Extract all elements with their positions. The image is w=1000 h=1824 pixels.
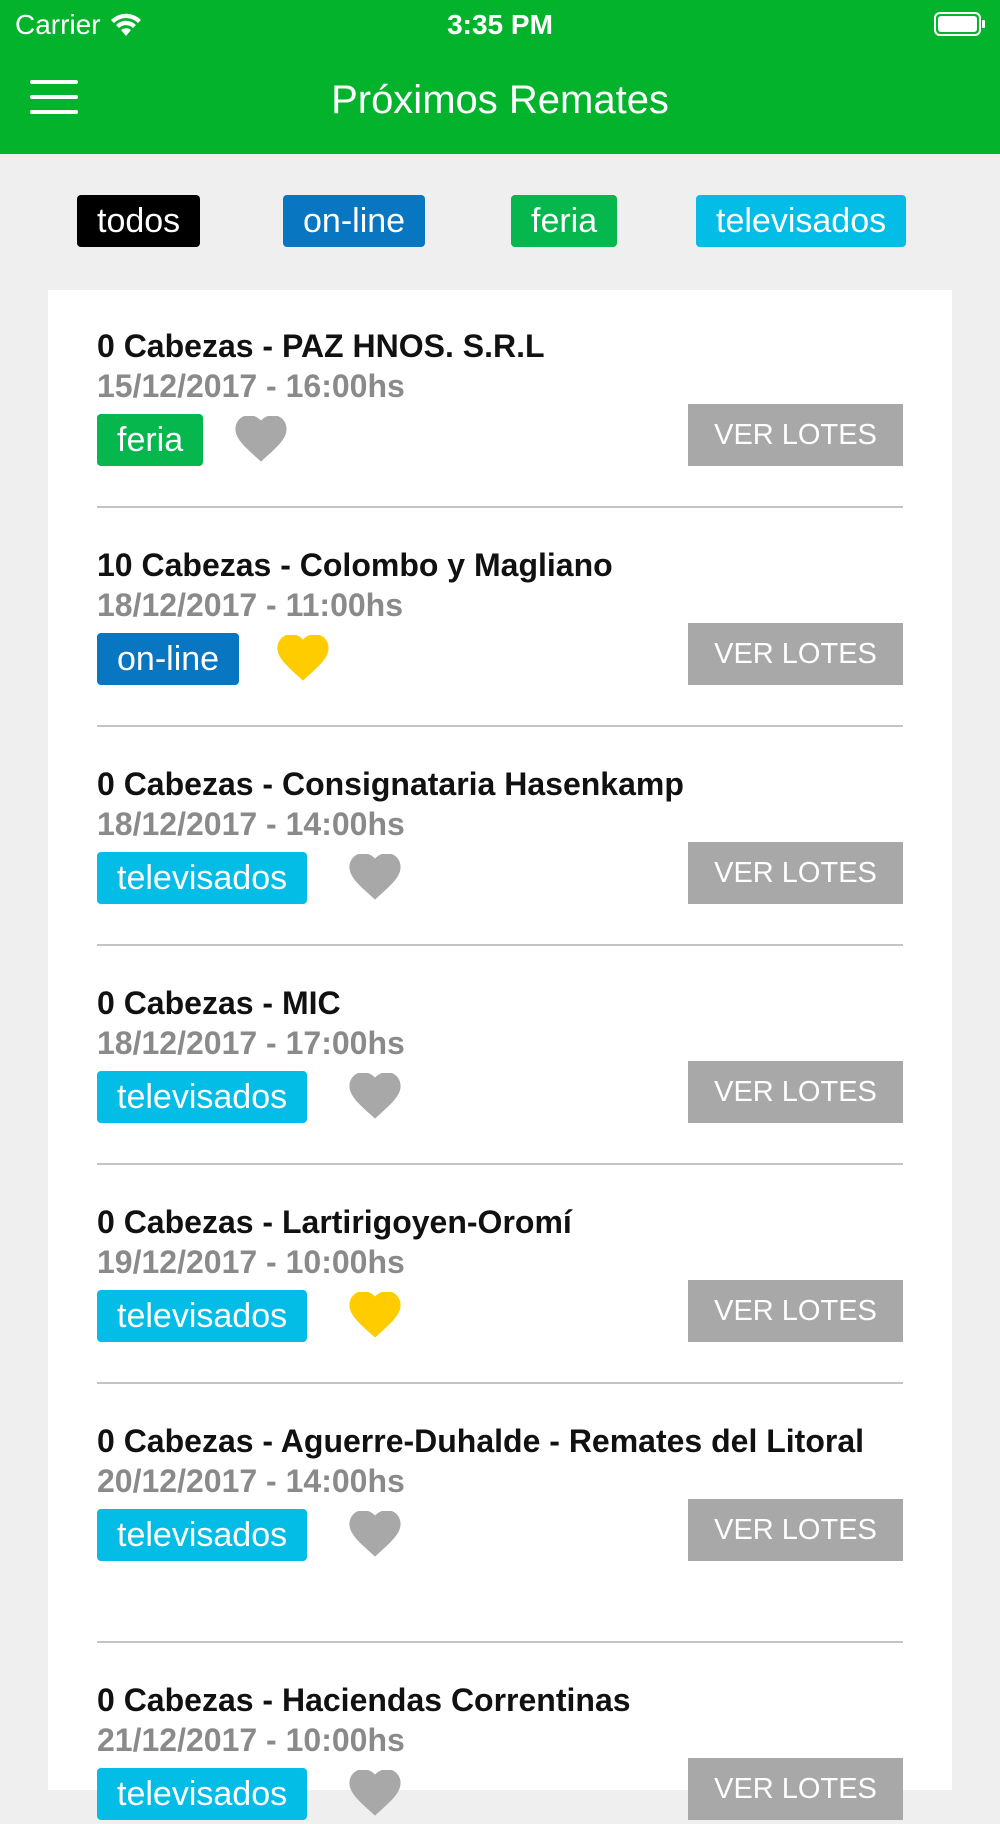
filter-todos[interactable]: todos [77, 195, 201, 247]
heart-icon[interactable] [349, 854, 401, 902]
remate-title: 0 Cabezas - Haciendas Correntinas [97, 1682, 631, 1718]
ver-lotes-button[interactable]: VER LOTES [688, 1280, 903, 1342]
filter-feria[interactable]: feria [511, 195, 618, 247]
heart-icon[interactable] [349, 1073, 401, 1121]
list-item: 0 Cabezas - Haciendas Correntinas 21/12/… [97, 1680, 903, 1824]
list-item: 0 Cabezas - PAZ HNOS. S.R.L 15/12/2017 -… [97, 326, 903, 470]
remate-tag: on-line [97, 633, 240, 685]
remate-title: 0 Cabezas - Lartirigoyen-Oromí [97, 1204, 572, 1240]
remate-tag: feria [97, 414, 204, 466]
heart-icon[interactable] [349, 1770, 401, 1818]
divider [97, 1641, 903, 1643]
heart-icon[interactable] [277, 635, 329, 683]
remate-date: 15/12/2017 - 16:00hs [97, 368, 405, 404]
remate-title: 10 Cabezas - Colombo y Magliano [97, 547, 613, 583]
remate-date: 19/12/2017 - 10:00hs [97, 1244, 405, 1280]
navigation-bar: Próximos Remates [0, 50, 1000, 154]
list-item: 0 Cabezas - Aguerre-Duhalde - Remates de… [97, 1421, 903, 1565]
list-item: 0 Cabezas - Consignataria Hasenkamp 18/1… [97, 764, 903, 908]
divider [97, 506, 903, 508]
list-item: 10 Cabezas - Colombo y Magliano 18/12/20… [97, 545, 903, 689]
divider [97, 725, 903, 727]
remate-date: 18/12/2017 - 11:00hs [97, 587, 404, 623]
remate-title: 0 Cabezas - PAZ HNOS. S.R.L [97, 328, 545, 364]
heart-icon[interactable] [235, 416, 287, 464]
remates-list: 0 Cabezas - PAZ HNOS. S.R.L 15/12/2017 -… [48, 290, 952, 1820]
remate-date: 18/12/2017 - 14:00hs [97, 806, 405, 842]
filter-online[interactable]: on-line [283, 195, 426, 247]
filter-televisados[interactable]: televisados [696, 195, 907, 247]
remate-title: 0 Cabezas - Consignataria Hasenkamp [97, 766, 684, 802]
heart-icon[interactable] [349, 1292, 401, 1340]
list-item: 0 Cabezas - MIC 18/12/2017 - 17:00hs tel… [97, 983, 903, 1127]
remate-tag: televisados [97, 852, 308, 904]
divider [97, 944, 903, 946]
status-bar: Carrier 3:35 PM [0, 0, 1000, 50]
divider [97, 1163, 903, 1165]
remate-title: 0 Cabezas - MIC [97, 985, 341, 1021]
remate-tag: televisados [97, 1290, 308, 1342]
ver-lotes-button[interactable]: VER LOTES [688, 1061, 903, 1123]
remate-title: 0 Cabezas - Aguerre-Duhalde - Remates de… [97, 1423, 865, 1459]
ver-lotes-button[interactable]: VER LOTES [688, 404, 903, 466]
ver-lotes-button[interactable]: VER LOTES [688, 1499, 903, 1561]
ver-lotes-button[interactable]: VER LOTES [688, 623, 903, 685]
remate-tag: televisados [97, 1071, 308, 1123]
remate-date: 20/12/2017 - 14:00hs [97, 1463, 405, 1499]
ver-lotes-button[interactable]: VER LOTES [688, 1758, 903, 1820]
remate-tag: televisados [97, 1768, 308, 1820]
page-title: Próximos Remates [331, 78, 669, 122]
app-header: Carrier 3:35 PM Próximos Remates [0, 0, 1000, 154]
filter-bar: todos on-line feria televisados [0, 195, 1000, 249]
divider [97, 1382, 903, 1384]
clock: 3:35 PM [447, 9, 553, 40]
heart-icon[interactable] [349, 1511, 401, 1559]
remate-date: 18/12/2017 - 17:00hs [97, 1025, 405, 1061]
remate-tag: televisados [97, 1509, 308, 1561]
remate-date: 21/12/2017 - 10:00hs [97, 1722, 405, 1758]
list-item: 0 Cabezas - Lartirigoyen-Oromí 19/12/201… [97, 1202, 903, 1346]
ver-lotes-button[interactable]: VER LOTES [688, 842, 903, 904]
battery-icon [934, 12, 985, 36]
